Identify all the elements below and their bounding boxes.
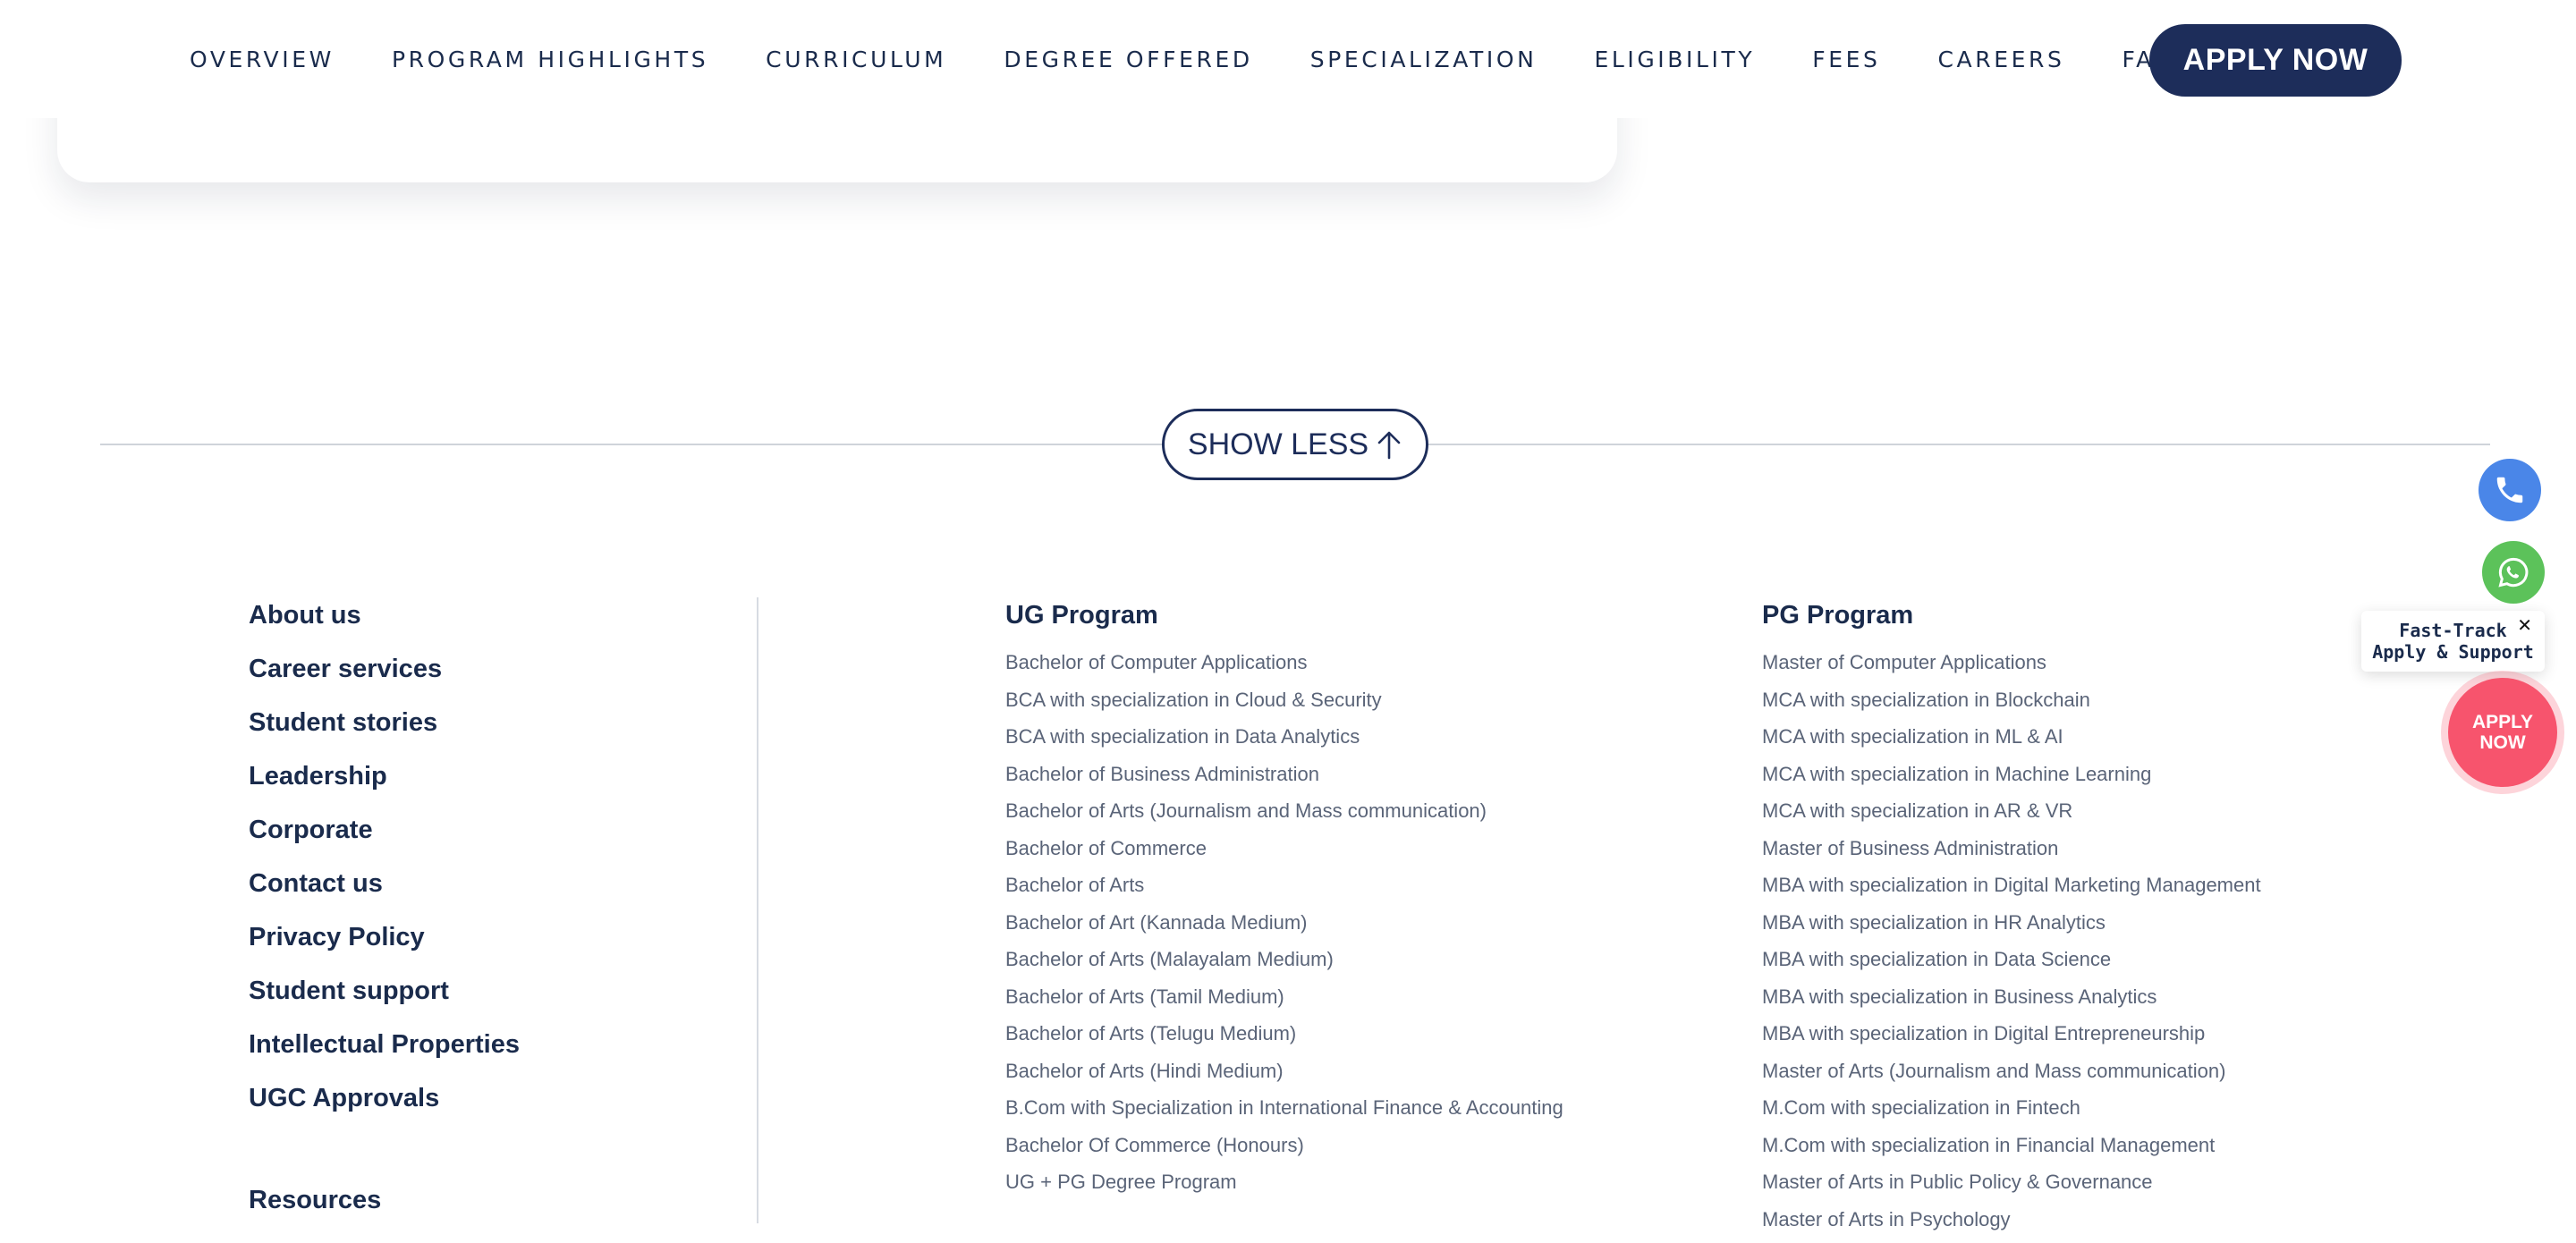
phone-call-button[interactable] bbox=[2479, 459, 2541, 521]
footer-link-privacy-policy[interactable]: Privacy Policy bbox=[249, 919, 520, 973]
ug-program-item[interactable]: BCA with specialization in Cloud & Secur… bbox=[1005, 687, 1563, 724]
nav-program-highlights[interactable]: PROGRAM HIGHLIGHTS bbox=[392, 47, 708, 72]
close-icon[interactable]: ✕ bbox=[2517, 614, 2532, 636]
ug-program-item[interactable]: B.Com with Specialization in Internation… bbox=[1005, 1095, 1563, 1132]
ug-program-title: UG Program bbox=[1005, 597, 1563, 633]
footer-link-contact-us[interactable]: Contact us bbox=[249, 866, 520, 919]
nav-degree-offered[interactable]: DEGREE OFFERED bbox=[1004, 47, 1252, 72]
show-less-button[interactable]: SHOW LESS bbox=[1162, 409, 1428, 480]
ug-program-item[interactable]: BCA with specialization in Data Analytic… bbox=[1005, 723, 1563, 761]
pg-program-item[interactable]: Master of Business Administration bbox=[1762, 835, 2261, 873]
ug-program-item[interactable]: UG + PG Degree Program bbox=[1005, 1169, 1563, 1206]
ug-program-item[interactable]: Bachelor of Arts (Telugu Medium) bbox=[1005, 1020, 1563, 1058]
nav-fees[interactable]: FEES bbox=[1812, 47, 1880, 72]
pg-program-item[interactable]: MBA with specialization in Digital Entre… bbox=[1762, 1020, 2261, 1058]
pg-program-item[interactable]: MCA with specialization in Blockchain bbox=[1762, 687, 2261, 724]
pg-program-item[interactable]: MCA with specialization in AR & VR bbox=[1762, 798, 2261, 835]
arrow-up-icon bbox=[1376, 429, 1402, 460]
pg-program-item[interactable]: MBA with specialization in HR Analytics bbox=[1762, 909, 2261, 947]
pg-program-item[interactable]: Master of Arts in Psychology bbox=[1762, 1206, 2261, 1243]
ug-program-item[interactable]: Bachelor of Commerce bbox=[1005, 835, 1563, 873]
footer-link-ugc-approvals[interactable]: UGC Approvals bbox=[249, 1080, 520, 1134]
ug-program-item[interactable]: Bachelor of Arts (Malayalam Medium) bbox=[1005, 946, 1563, 984]
ug-program-column: UG Program Bachelor of Computer Applicat… bbox=[1005, 597, 1563, 1206]
section-nav-items: OVERVIEW PROGRAM HIGHLIGHTS CURRICULUM D… bbox=[190, 41, 2296, 77]
pg-program-item[interactable]: MCA with specialization in Machine Learn… bbox=[1762, 761, 2261, 799]
footer-links: About us Career services Student stories… bbox=[249, 597, 520, 1134]
fast-track-line-2: Apply & Support bbox=[2361, 641, 2545, 663]
pg-program-item[interactable]: Master of Arts (Journalism and Mass comm… bbox=[1762, 1058, 2261, 1095]
apply-float-line-2: NOW bbox=[2479, 732, 2525, 753]
footer-link-leadership[interactable]: Leadership bbox=[249, 758, 520, 812]
nav-careers[interactable]: CAREERS bbox=[1938, 47, 2065, 72]
apply-now-button[interactable]: APPLY NOW bbox=[2149, 24, 2402, 97]
footer-link-corporate[interactable]: Corporate bbox=[249, 812, 520, 866]
nav-overview[interactable]: OVERVIEW bbox=[190, 47, 335, 72]
footer-link-about-us[interactable]: About us bbox=[249, 597, 520, 651]
nav-specialization[interactable]: SPECIALIZATION bbox=[1310, 47, 1538, 72]
footer-resources-heading[interactable]: Resources bbox=[249, 1182, 381, 1218]
apply-now-floating-button[interactable]: APPLY NOW bbox=[2448, 678, 2557, 787]
pg-program-item[interactable]: Master of Computer Applications bbox=[1762, 649, 2261, 687]
footer-link-career-services[interactable]: Career services bbox=[249, 651, 520, 705]
footer-link-student-stories[interactable]: Student stories bbox=[249, 705, 520, 758]
ug-program-item[interactable]: Bachelor of Arts (Hindi Medium) bbox=[1005, 1058, 1563, 1095]
pg-program-item[interactable]: MCA with specialization in ML & AI bbox=[1762, 723, 2261, 761]
ug-program-item[interactable]: Bachelor of Art (Kannada Medium) bbox=[1005, 909, 1563, 947]
footer-vertical-divider bbox=[757, 597, 758, 1223]
ug-program-item[interactable]: Bachelor of Arts (Tamil Medium) bbox=[1005, 984, 1563, 1021]
pg-program-item[interactable]: MBA with specialization in Business Anal… bbox=[1762, 984, 2261, 1021]
pg-program-item[interactable]: M.Com with specialization in Financial M… bbox=[1762, 1132, 2261, 1170]
ug-program-item[interactable]: Bachelor of Business Administration bbox=[1005, 761, 1563, 799]
ug-program-item[interactable]: Bachelor of Computer Applications bbox=[1005, 649, 1563, 687]
nav-eligibility[interactable]: ELIGIBILITY bbox=[1594, 47, 1755, 72]
pg-program-title: PG Program bbox=[1762, 597, 2261, 633]
apply-float-line-1: APPLY bbox=[2472, 712, 2533, 732]
whatsapp-button[interactable] bbox=[2482, 541, 2545, 604]
pg-program-item[interactable]: MBA with specialization in Digital Marke… bbox=[1762, 872, 2261, 909]
footer-link-student-support[interactable]: Student support bbox=[249, 973, 520, 1027]
fast-track-popup: Fast-Track Apply & Support ✕ bbox=[2361, 611, 2545, 672]
show-less-label: SHOW LESS bbox=[1188, 427, 1368, 462]
pg-program-column: PG Program Master of Computer Applicatio… bbox=[1762, 597, 2261, 1243]
ug-program-item[interactable]: Bachelor of Arts bbox=[1005, 872, 1563, 909]
nav-curriculum[interactable]: CURRICULUM bbox=[766, 47, 946, 72]
pg-program-item[interactable]: MBA with specialization in Data Science bbox=[1762, 946, 2261, 984]
section-nav: OVERVIEW PROGRAM HIGHLIGHTS CURRICULUM D… bbox=[0, 0, 2576, 118]
pg-program-item[interactable]: M.Com with specialization in Fintech bbox=[1762, 1095, 2261, 1132]
footer-link-intellectual-properties[interactable]: Intellectual Properties bbox=[249, 1027, 520, 1080]
phone-icon bbox=[2493, 473, 2527, 507]
whatsapp-icon bbox=[2496, 554, 2531, 590]
ug-program-item[interactable]: Bachelor of Arts (Journalism and Mass co… bbox=[1005, 798, 1563, 835]
ug-program-item[interactable]: Bachelor Of Commerce (Honours) bbox=[1005, 1132, 1563, 1170]
pg-program-item[interactable]: Master of Arts in Public Policy & Govern… bbox=[1762, 1169, 2261, 1206]
